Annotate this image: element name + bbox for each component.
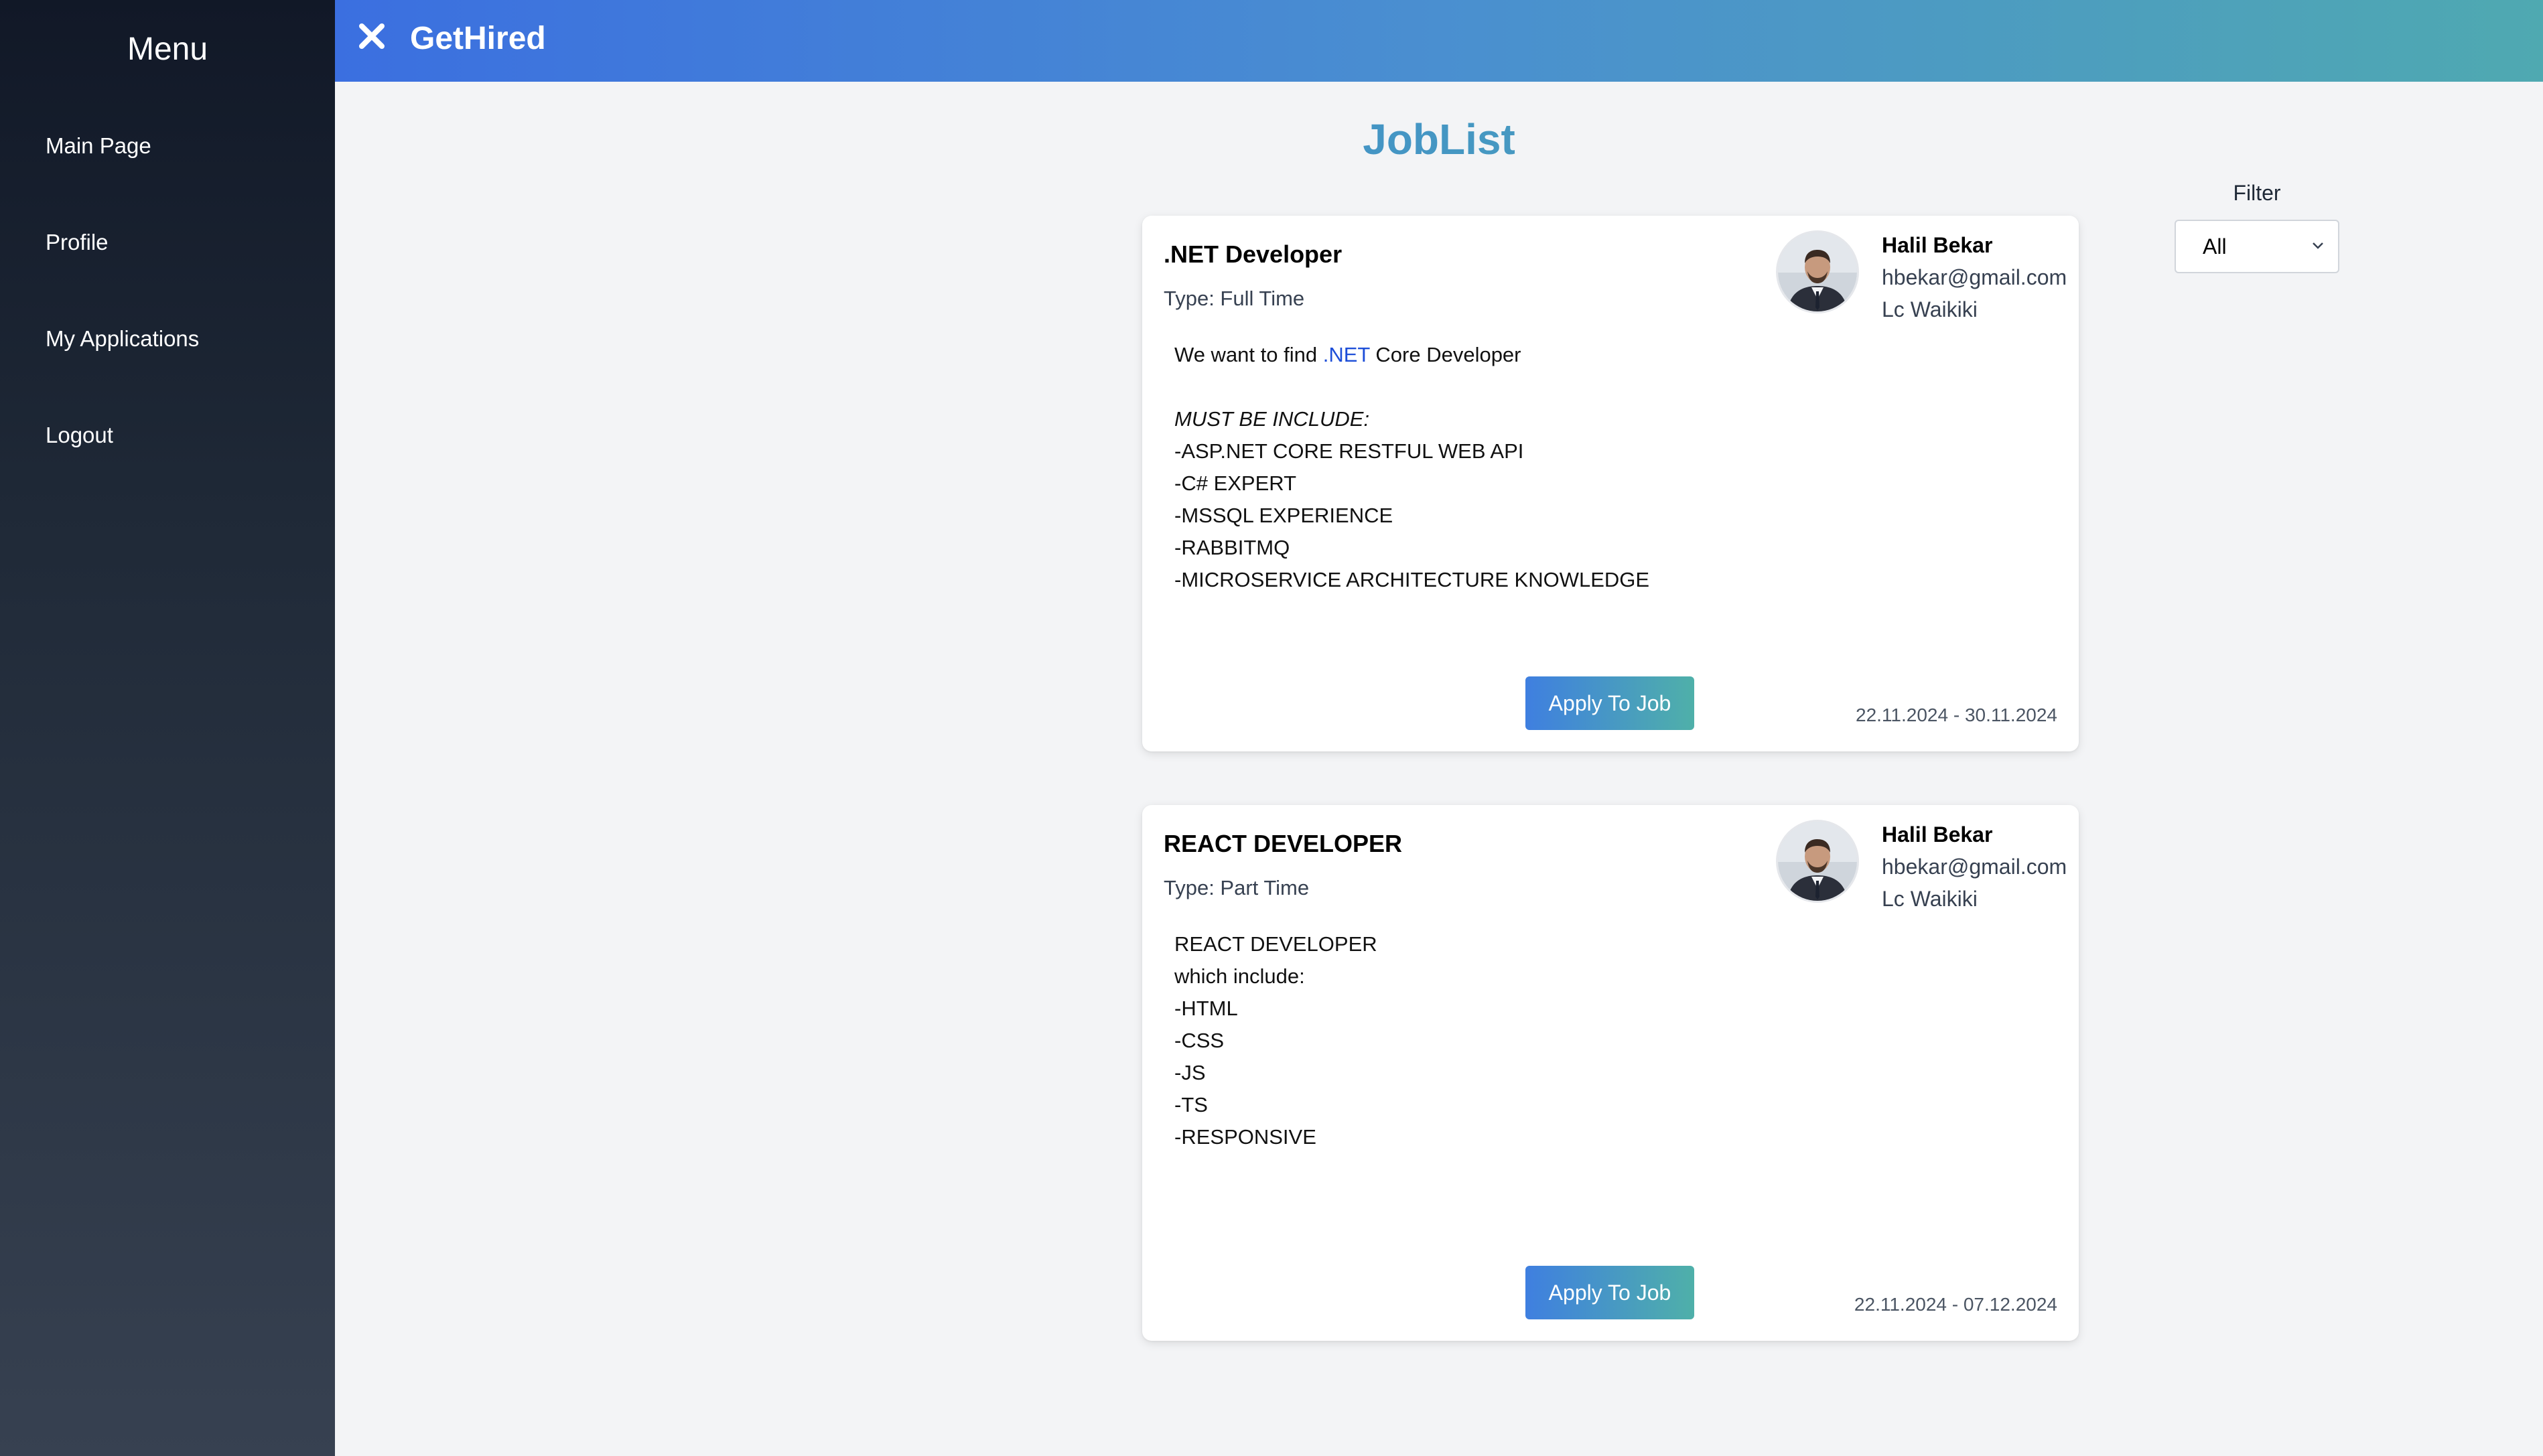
desc-intro-text: We want to find [1174, 343, 1323, 366]
owner-name: Halil Bekar [1882, 233, 1993, 257]
sidebar-item-my-applications[interactable]: My Applications [0, 305, 335, 402]
page-title-part2: List [1439, 115, 1515, 163]
page-title-part1: Job [1363, 115, 1439, 163]
job-description-line: -RABBITMQ [1174, 536, 1290, 559]
job-description-line: -C# EXPERT [1174, 471, 1297, 495]
filter-selected-value: All [2203, 234, 2227, 259]
job-description: REACT DEVELOPER which include: -HTML -CS… [1174, 928, 1377, 1153]
avatar [1776, 820, 1859, 903]
sidebar-item-profile[interactable]: Profile [0, 209, 335, 305]
job-type: Type: Part Time [1164, 876, 1310, 899]
job-type: Type: Full Time [1164, 287, 1305, 310]
job-title: .NET Developer [1164, 240, 1343, 268]
job-description-line: -CSS [1174, 1029, 1225, 1052]
owner-company: Lc Waikiki [1882, 297, 1978, 321]
job-description-intro: We want to find .NET Core Developer [1174, 339, 1649, 371]
job-title: REACT DEVELOPER [1164, 830, 1403, 857]
job-description-line: -MICROSERVICE ARCHITECTURE KNOWLEDGE [1174, 568, 1650, 591]
owner-company: Lc Waikiki [1882, 887, 1978, 911]
job-description-line: REACT DEVELOPER [1174, 932, 1377, 956]
job-description-heading: MUST BE INCLUDE: [1174, 407, 1370, 431]
chevron-down-icon [2313, 242, 2323, 249]
top-bar: GetHired [335, 0, 2543, 82]
sidebar-nav: Main Page Profile My Applications Logout [0, 113, 335, 498]
filter-select[interactable]: All [2175, 220, 2339, 273]
close-icon[interactable] [355, 19, 389, 53]
owner-email: hbekar@gmail.com [1882, 265, 2067, 289]
avatar [1776, 230, 1859, 313]
job-card: REACT DEVELOPER Type: Part Time REACT DE… [1142, 805, 2079, 1341]
job-description: We want to find .NET Core Developer MUST… [1174, 339, 1649, 596]
filter-label: Filter [2233, 181, 2281, 205]
job-description-line: -TS [1174, 1093, 1208, 1116]
job-description-line: -RESPONSIVE [1174, 1125, 1316, 1149]
desc-intro-link[interactable]: .NET [1323, 343, 1370, 366]
apply-to-job-button[interactable]: Apply To Job [1525, 676, 1694, 730]
sidebar-title: Menu [127, 31, 208, 67]
job-description-line: -JS [1174, 1061, 1206, 1084]
job-dates: 22.11.2024 - 30.11.2024 [1856, 705, 2057, 725]
sidebar: Menu Main Page Profile My Applications L… [0, 0, 335, 1456]
job-owner-info: Halil Bekar hbekar@gmail.com Lc Waikiki [1882, 818, 2067, 915]
desc-intro-text-after: Core Developer [1369, 343, 1521, 366]
job-description-blank [1174, 371, 1649, 403]
sidebar-item-logout[interactable]: Logout [0, 402, 335, 498]
job-owner-info: Halil Bekar hbekar@gmail.com Lc Waikiki [1882, 229, 2067, 325]
sidebar-item-main-page[interactable]: Main Page [0, 113, 335, 209]
apply-to-job-button[interactable]: Apply To Job [1525, 1266, 1694, 1319]
job-description-line: which include: [1174, 964, 1305, 988]
job-description-line: -HTML [1174, 997, 1238, 1020]
owner-email: hbekar@gmail.com [1882, 855, 2067, 879]
page-title: Job List [335, 114, 2543, 165]
job-dates: 22.11.2024 - 07.12.2024 [1854, 1294, 2057, 1315]
owner-name: Halil Bekar [1882, 822, 1993, 847]
job-description-line: -MSSQL EXPERIENCE [1174, 504, 1393, 527]
job-card: .NET Developer Type: Full Time We want t… [1142, 216, 2079, 751]
job-description-line: -ASP.NET CORE RESTFUL WEB API [1174, 439, 1524, 463]
brand-title: GetHired [410, 21, 546, 56]
